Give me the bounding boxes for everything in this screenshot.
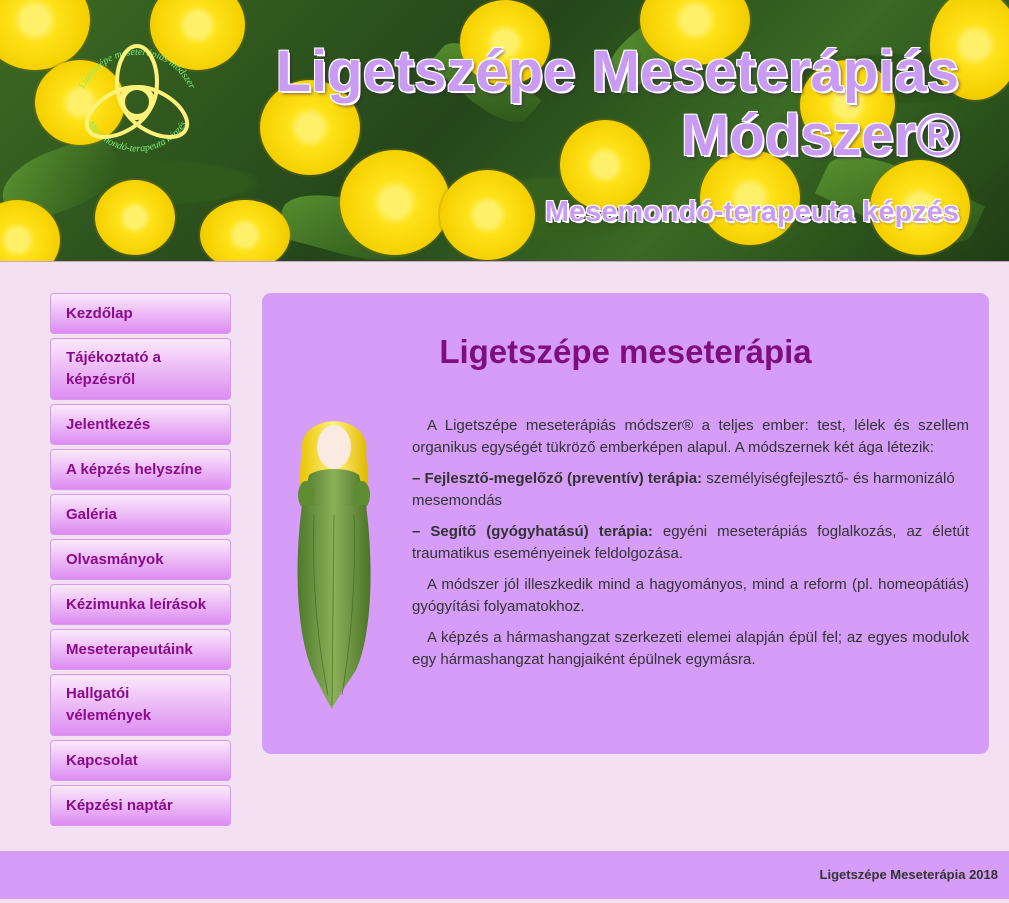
site-title-line1: Ligetszépe Meseterápiás xyxy=(275,39,959,104)
sidebar-nav: Kezdőlap Tájékoztató a képzésről Jelentk… xyxy=(50,293,231,830)
felt-fairy-doll-image xyxy=(284,415,384,711)
trefoil-knot-icon: Ligetszépe meseterápiás módszer Mesemond… xyxy=(76,44,197,155)
footer: Ligetszépe Meseterápia 2018 xyxy=(0,851,1009,899)
footer-copyright: Ligetszépe Meseterápia 2018 xyxy=(819,867,998,882)
intro-text: A Ligetszépe meseterápiás módszer® a tel… xyxy=(412,415,969,680)
nav-item-kezimunka[interactable]: Kézimunka leírások xyxy=(50,584,231,625)
nav-item-galeria[interactable]: Galéria xyxy=(50,494,231,535)
intro-paragraph-1: A Ligetszépe meseterápiás módszer® a tel… xyxy=(412,417,969,456)
preventive-therapy-paragraph: – Fejlesztő-megelőző (preventív) terápia… xyxy=(412,468,969,512)
nav-item-jelentkezes[interactable]: Jelentkezés xyxy=(50,404,231,445)
healing-therapy-paragraph: – Segítő (gyógyhatású) terápia: egyéni m… xyxy=(412,521,969,565)
svg-text:Ligetszépe meseterápiás módsze: Ligetszépe meseterápiás módszer xyxy=(76,47,197,92)
preventive-therapy-label: – Fejlesztő-megelőző (preventív) terápia… xyxy=(412,470,703,487)
site-title-line2: Módszer® xyxy=(681,103,959,168)
site-title: Ligetszépe Meseterápiás Módszer® xyxy=(276,40,959,168)
nav-item-kapcsolat[interactable]: Kapcsolat xyxy=(50,740,231,781)
page-title: Ligetszépe meseterápia xyxy=(439,333,812,370)
nav-item-kepzesi-naptar[interactable]: Képzési naptár xyxy=(50,785,231,826)
nav-item-tajekoztato[interactable]: Tájékoztató a képzésről xyxy=(50,338,231,400)
header-banner: Ligetszépe meseterápiás módszer Mesemond… xyxy=(0,0,1009,262)
nav-item-meseterapeutaink[interactable]: Meseterapeutáink xyxy=(50,629,231,670)
main-content-panel: Ligetszépe meseterápia A Ligetszépe mese… xyxy=(262,293,989,754)
site-logo[interactable]: Ligetszépe meseterápiás módszer Mesemond… xyxy=(62,22,212,172)
logo-text-top: Ligetszépe meseterápiás módszer xyxy=(76,47,197,92)
nav-item-hallgatoi-velemenyek[interactable]: Hallgatói vélemények xyxy=(50,674,231,736)
intro-paragraph-4: A módszer jól illeszkedik mind a hagyomá… xyxy=(412,576,969,615)
nav-item-helyszin[interactable]: A képzés helyszíne xyxy=(50,449,231,490)
nav-item-kezdolap[interactable]: Kezdőlap xyxy=(50,293,231,334)
site-subtitle: Mesemondó-terapeuta képzés xyxy=(544,196,959,228)
nav-item-olvasmanyok[interactable]: Olvasmányok xyxy=(50,539,231,580)
intro-paragraph-5: A képzés a hármashangzat szerkezeti elem… xyxy=(412,629,969,668)
healing-therapy-label: – Segítő (gyógyhatású) terápia: xyxy=(412,523,653,540)
